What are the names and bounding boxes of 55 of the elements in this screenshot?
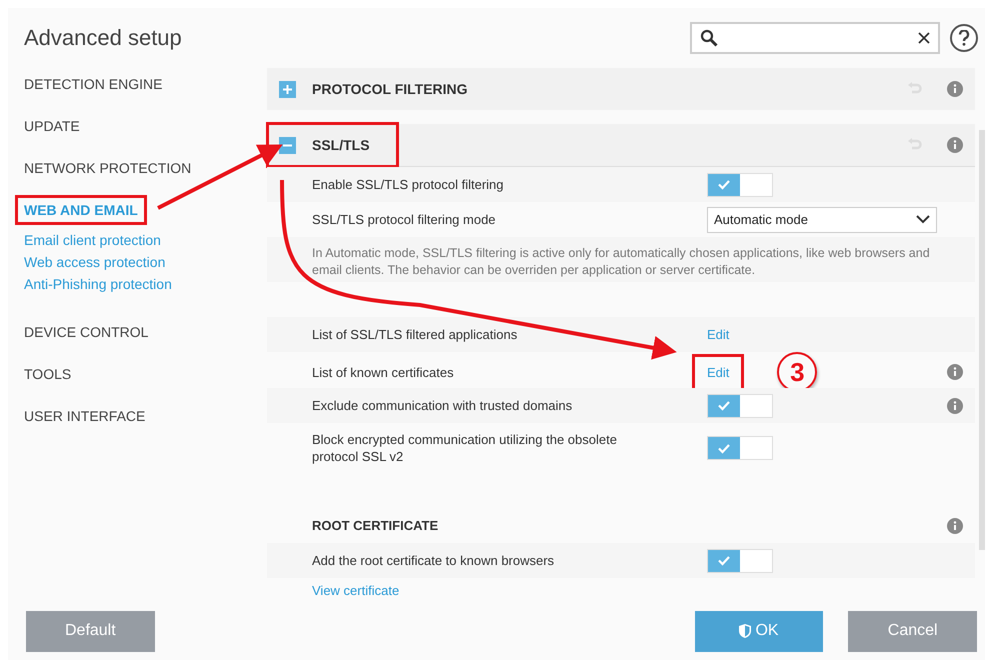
search-field[interactable] — [690, 22, 940, 54]
sidebar-subitem[interactable]: Anti-Phishing protection — [24, 276, 172, 292]
check-icon — [717, 179, 731, 190]
section-header[interactable]: PROTOCOL FILTERING — [267, 68, 975, 110]
sidebar-subitem[interactable]: Email client protection — [24, 232, 161, 248]
expand-button[interactable] — [279, 80, 296, 98]
help-button[interactable] — [950, 24, 978, 52]
close-icon[interactable] — [918, 32, 930, 44]
check-icon — [717, 442, 731, 454]
sidebar-subitem[interactable]: Web access protection — [24, 254, 166, 270]
setting-label: Block encrypted communication utilizing the obsolete protocol SSL v2 — [312, 431, 618, 465]
sidebar-item[interactable]: DEVICE CONTROL — [18, 320, 154, 344]
toggle-switch[interactable] — [707, 172, 773, 196]
edit-link[interactable]: Edit — [707, 327, 730, 342]
sidebar-item[interactable]: NETWORK PROTECTION — [18, 156, 198, 180]
group-heading: ROOT CERTIFICATE — [312, 518, 440, 533]
info-icon[interactable] — [947, 518, 963, 534]
sidebar-item[interactable]: WEB AND EMAIL — [18, 198, 144, 222]
toggle-switch[interactable] — [707, 436, 773, 460]
setting-label: Enable SSL/TLS protocol filtering — [312, 176, 504, 193]
view-certificate-link[interactable]: View certificate — [312, 582, 707, 598]
check-icon — [717, 400, 731, 411]
ok-button[interactable]: OK — [694, 610, 824, 652]
search-icon — [700, 29, 718, 47]
setting-label: Add the root certificate to known browsers — [312, 552, 556, 569]
plus-icon — [283, 84, 292, 94]
sidebar-item[interactable]: TOOLS — [18, 362, 78, 386]
window-title: Advanced setup — [24, 25, 183, 51]
info-icon[interactable] — [947, 398, 963, 414]
setting-label: Exclude communication with trusted domains — [312, 397, 574, 414]
setting-label: SSL/TLS protocol filtering mode — [312, 211, 497, 228]
toggle-switch[interactable] — [707, 548, 773, 572]
edit-link[interactable]: Edit — [695, 356, 742, 388]
toggle-switch[interactable] — [707, 394, 773, 418]
question-mark-icon — [958, 30, 970, 46]
description-text: In Automatic mode, SSL/TLS filtering is active only for automatically chosen applications, like web browsers and email clients. The behavior can be overriden per application or server certificate. — [312, 245, 931, 279]
sidebar-item[interactable]: DETECTION ENGINE — [18, 72, 168, 96]
sidebar-item[interactable]: USER INTERFACE — [18, 404, 152, 428]
setting-label: List of SSL/TLS filtered applications — [312, 326, 518, 343]
info-icon[interactable] — [947, 81, 963, 97]
scrollbar[interactable] — [979, 130, 985, 550]
setting-label: List of known certificates — [312, 364, 455, 380]
collapse-button[interactable] — [279, 136, 296, 154]
check-icon — [717, 555, 731, 566]
mode-dropdown[interactable]: Automatic mode — [707, 206, 937, 232]
info-icon[interactable] — [947, 364, 963, 380]
section-title: PROTOCOL FILTERING — [312, 81, 468, 97]
section-header[interactable]: SSL/TLS — [267, 124, 975, 167]
shield-icon — [739, 624, 752, 638]
chevron-down-icon — [916, 215, 930, 224]
sidebar-item[interactable]: UPDATE — [18, 114, 86, 138]
section-title: SSL/TLS — [312, 137, 370, 153]
dialog-button[interactable]: Default — [26, 610, 155, 652]
info-icon[interactable] — [947, 137, 963, 153]
dialog-button[interactable]: Cancel — [848, 610, 978, 652]
